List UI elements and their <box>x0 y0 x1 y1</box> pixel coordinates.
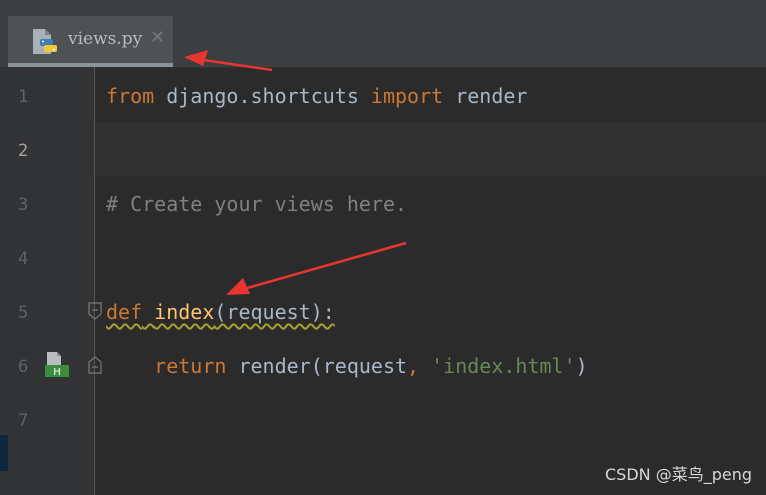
window-top-strip <box>0 0 766 17</box>
tool-window-marker <box>0 435 8 471</box>
tool-window-strip <box>0 67 8 495</box>
annotation-arrows <box>184 50 407 295</box>
code-token: return <box>154 354 227 378</box>
line-number: 7 <box>18 411 29 431</box>
code-token: # Create your views here. <box>106 192 408 216</box>
code-token: 'index.html' <box>431 354 576 378</box>
code-token: django.shortcuts <box>154 84 371 108</box>
watermark: CSDN @菜鸟_peng <box>604 465 752 484</box>
code-line[interactable]: from django.shortcuts import render <box>106 84 527 108</box>
tab-filename: views.py <box>68 29 143 49</box>
code-line[interactable]: return render(request, 'index.html') <box>106 354 588 378</box>
line-number: 6 <box>18 357 29 377</box>
code-token: render(request <box>226 354 408 378</box>
fold-start-icon[interactable] <box>87 302 103 320</box>
line-number: 1 <box>18 87 29 107</box>
bookmark-letter: H <box>53 367 61 378</box>
tab-views-py[interactable]: views.py ✕ <box>8 16 173 67</box>
code-token: render <box>443 84 528 108</box>
line-number: 4 <box>18 249 29 269</box>
line-number: 3 <box>18 195 29 215</box>
code-token: ) <box>575 354 588 378</box>
code-token: , <box>407 354 420 378</box>
code-token: (request): <box>214 300 335 324</box>
current-line-highlight <box>95 122 766 176</box>
code-token: import <box>370 84 444 108</box>
editor-tab-bar: views.py ✕ <box>0 16 766 68</box>
python-file-icon <box>33 29 57 54</box>
line-number: 2 <box>18 141 29 161</box>
code-line[interactable]: def index(request): <box>106 300 335 324</box>
close-icon[interactable]: ✕ <box>150 27 165 48</box>
code-token: from <box>106 84 155 108</box>
html-template-gutter-icon[interactable]: H <box>44 352 70 378</box>
code-token: index <box>154 300 215 324</box>
line-number: 5 <box>18 303 29 323</box>
fold-end-icon[interactable] <box>87 356 103 374</box>
code-line[interactable]: # Create your views here. <box>106 192 407 216</box>
code-token: def <box>106 300 143 324</box>
